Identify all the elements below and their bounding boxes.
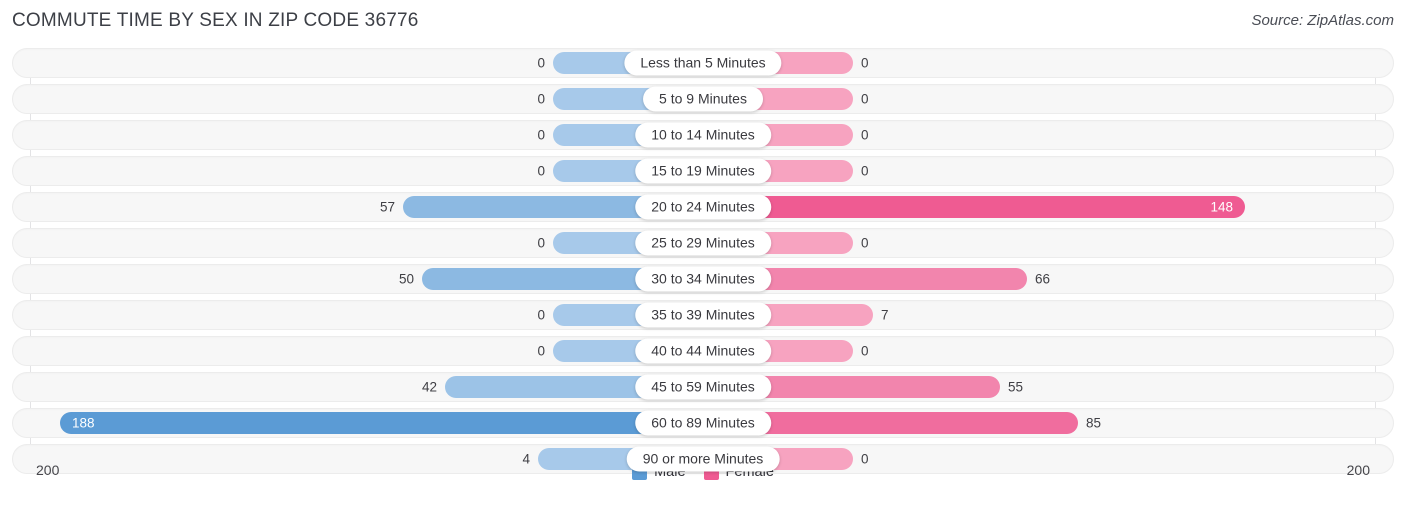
male-value-label: 50	[398, 271, 414, 287]
bar-row-inner: 0 0 Less than 5 Minutes	[13, 49, 1393, 77]
table-row[interactable]: 0 0 15 to 19 Minutes	[12, 156, 1394, 186]
table-row[interactable]: 0 0 10 to 14 Minutes	[12, 120, 1394, 150]
bar-row-inner: 0 0 5 to 9 Minutes	[13, 85, 1393, 113]
bar-row-inner: 0 0 25 to 29 Minutes	[13, 229, 1393, 257]
female-value-label: 0	[861, 235, 869, 251]
table-row[interactable]: 0 0 5 to 9 Minutes	[12, 84, 1394, 114]
bar-row-inner: 50 66 30 to 34 Minutes	[13, 265, 1393, 293]
female-value-label: 148	[1210, 199, 1233, 215]
bar-row-inner: 42 55 45 to 59 Minutes	[13, 373, 1393, 401]
female-value-label: 55	[1008, 379, 1024, 395]
table-row[interactable]: 42 55 45 to 59 Minutes	[12, 372, 1394, 402]
page-title: COMMUTE TIME BY SEX IN ZIP CODE 36776	[12, 10, 419, 31]
male-value-label: 188	[72, 415, 95, 431]
bar-row-inner: 0 7 35 to 39 Minutes	[13, 301, 1393, 329]
female-value-label: 0	[861, 343, 869, 359]
female-value-label: 85	[1086, 415, 1102, 431]
category-label: 30 to 34 Minutes	[635, 266, 771, 292]
category-label: 10 to 14 Minutes	[635, 122, 771, 148]
source-attribution: Source: ZipAtlas.com	[1251, 12, 1394, 29]
male-value-label: 0	[537, 235, 545, 251]
bar-row-inner: 0 0 15 to 19 Minutes	[13, 157, 1393, 185]
bar-row-list: 0 0 Less than 5 Minutes 0 0 5 to 9 Minutes 0 0 1…	[0, 48, 1406, 480]
bar-row-inner: 57 148 20 to 24 Minutes	[13, 193, 1393, 221]
chart-plot-area: 0 0 Less than 5 Minutes 0 0 5 to 9 Minutes 0 0 1…	[0, 48, 1406, 486]
category-label: 40 to 44 Minutes	[635, 338, 771, 364]
male-value-label: 0	[537, 343, 545, 359]
bar-row-inner: 0 0 40 to 44 Minutes	[13, 337, 1393, 365]
category-label: 25 to 29 Minutes	[635, 230, 771, 256]
category-label: 15 to 19 Minutes	[635, 158, 771, 184]
category-label: 90 or more Minutes	[626, 446, 780, 472]
table-row[interactable]: 57 148 20 to 24 Minutes	[12, 192, 1394, 222]
bar-row-inner: 188 85 60 to 89 Minutes	[13, 409, 1393, 437]
female-bar[interactable]: 148	[703, 196, 1245, 218]
table-row[interactable]: 0 0 40 to 44 Minutes	[12, 336, 1394, 366]
female-value-label: 0	[861, 163, 869, 179]
table-row[interactable]: 0 0 25 to 29 Minutes	[12, 228, 1394, 258]
table-row[interactable]: 0 7 35 to 39 Minutes	[12, 300, 1394, 330]
female-value-label: 66	[1035, 271, 1051, 287]
female-value-label: 0	[861, 55, 869, 71]
table-row[interactable]: 0 0 Less than 5 Minutes	[12, 48, 1394, 78]
male-value-label: 57	[379, 199, 395, 215]
category-label: Less than 5 Minutes	[624, 50, 782, 76]
category-label: 5 to 9 Minutes	[643, 86, 763, 112]
category-label: 60 to 89 Minutes	[635, 410, 771, 436]
male-value-label: 42	[421, 379, 437, 395]
bar-row-inner: 0 0 10 to 14 Minutes	[13, 121, 1393, 149]
male-value-label: 0	[537, 55, 545, 71]
male-value-label: 0	[537, 307, 545, 323]
male-value-label: 0	[537, 163, 545, 179]
category-label: 45 to 59 Minutes	[635, 374, 771, 400]
category-label: 20 to 24 Minutes	[635, 194, 771, 220]
table-row[interactable]: 188 85 60 to 89 Minutes	[12, 408, 1394, 438]
female-value-label: 0	[861, 91, 869, 107]
female-value-label: 7	[881, 307, 889, 323]
chart-page: COMMUTE TIME BY SEX IN ZIP CODE 36776 So…	[0, 0, 1406, 522]
male-value-label: 0	[537, 91, 545, 107]
female-value-label: 0	[861, 127, 869, 143]
table-row[interactable]: 50 66 30 to 34 Minutes	[12, 264, 1394, 294]
male-value-label: 0	[537, 127, 545, 143]
male-bar[interactable]: 188	[60, 412, 703, 434]
category-label: 35 to 39 Minutes	[635, 302, 771, 328]
